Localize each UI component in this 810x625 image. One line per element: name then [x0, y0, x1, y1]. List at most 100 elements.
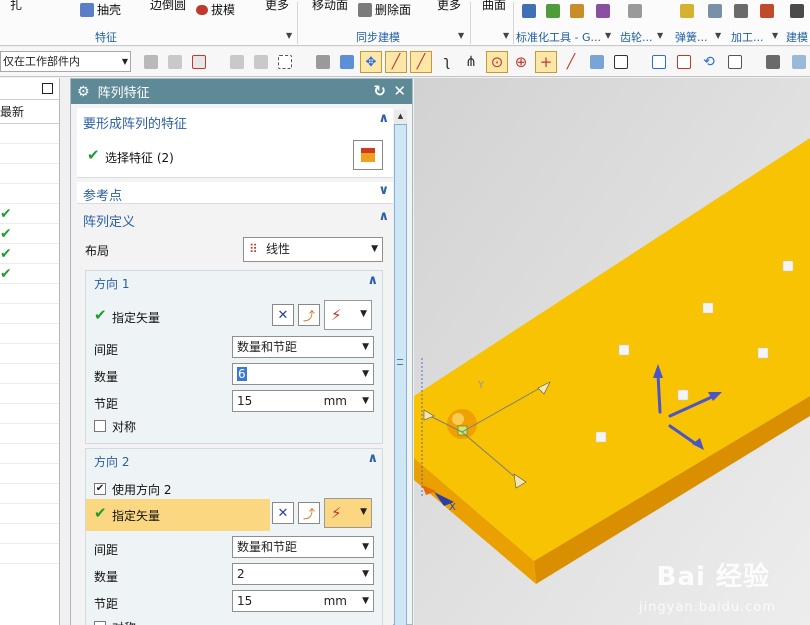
direction-1-header[interactable]: 方向 1 — [94, 275, 129, 292]
navigator-row[interactable]: ✔ — [0, 204, 59, 224]
model-canvas[interactable]: Y X — [414, 78, 810, 625]
chevron-down-icon[interactable]: ▼ — [772, 31, 778, 40]
vector-arrow-up[interactable] — [656, 372, 662, 414]
navigator-row[interactable] — [0, 164, 59, 184]
bounded-grid-icon[interactable] — [610, 51, 632, 73]
pattern-instance[interactable] — [618, 344, 630, 356]
spring-tool-icon[interactable] — [680, 4, 694, 18]
curve-point-snap-icon[interactable]: ╱ — [560, 51, 582, 73]
close-icon[interactable]: ✕ — [393, 82, 406, 100]
section-header[interactable]: 要形成阵列的特征 — [83, 113, 187, 132]
pitch-input[interactable]: 15 mm ▼ — [232, 590, 374, 612]
section-header[interactable]: 阵列定义 — [83, 211, 135, 230]
scroll-thumb[interactable] — [394, 124, 407, 625]
ribbon-more-button[interactable]: 更多 — [437, 0, 461, 13]
navigator-row[interactable] — [0, 324, 59, 344]
chevron-up-icon[interactable]: ∧ — [378, 209, 389, 224]
pattern-instance[interactable] — [677, 389, 689, 401]
zoom-icon[interactable] — [673, 51, 695, 73]
selection-scope-select[interactable]: 仅在工作部件内 ▼ — [0, 51, 131, 72]
navigator-row[interactable] — [0, 304, 59, 324]
chevron-up-icon[interactable]: ∧ — [378, 111, 389, 126]
chevron-down-icon[interactable]: ∨ — [378, 183, 389, 198]
vector-type-select[interactable]: ⚡ ▼ — [324, 498, 372, 528]
navigator-row[interactable] — [0, 544, 59, 564]
pattern-instance[interactable] — [595, 431, 607, 443]
standard-part-icon[interactable] — [522, 4, 536, 18]
ribbon-delete-face-button[interactable]: 删除面 — [358, 1, 411, 18]
ribbon-shell-button[interactable]: 抽壳 — [80, 1, 121, 18]
dialog-scrollbar[interactable]: ▲ — [394, 110, 407, 625]
snap-icon[interactable] — [226, 51, 248, 73]
count-input[interactable]: 2 ▼ — [232, 563, 374, 585]
layout-select[interactable]: ⠿ 线性 ▼ — [243, 237, 383, 262]
face-point-snap-icon[interactable] — [586, 51, 608, 73]
curve-snap-icon[interactable]: ʅ — [436, 51, 458, 73]
navigator-row[interactable] — [0, 444, 59, 464]
pattern-instance[interactable] — [782, 260, 794, 272]
render-style-icon[interactable] — [762, 51, 784, 73]
orient-view-icon[interactable] — [724, 51, 746, 73]
scroll-up-icon[interactable]: ▲ — [394, 110, 407, 123]
fit-view-icon[interactable] — [648, 51, 670, 73]
navigator-row[interactable] — [0, 384, 59, 404]
select-feature-label[interactable]: 选择特征 (2) — [105, 149, 174, 166]
navigator-row[interactable] — [0, 484, 59, 504]
ribbon-surface-button[interactable]: 曲面 — [482, 0, 506, 13]
chevron-down-icon[interactable]: ▼ — [657, 31, 663, 40]
box-select-icon[interactable] — [274, 51, 296, 73]
navigator-row[interactable] — [0, 184, 59, 204]
midpoint-snap-icon[interactable]: ╱ — [410, 51, 432, 73]
ribbon-draft-button[interactable]: 拔模 — [196, 1, 235, 18]
vector-type-select[interactable]: ⚡ ▼ — [324, 300, 372, 330]
symmetric-checkbox[interactable] — [94, 420, 106, 432]
ribbon-move-face-button[interactable]: 移动面 — [312, 0, 348, 13]
navigator-row[interactable] — [0, 144, 59, 164]
reverse-direction-button[interactable]: ✕ — [272, 502, 294, 524]
dialog-title-bar[interactable]: ⚙ 阵列特征 ↻ ✕ — [71, 79, 412, 104]
machining-tool-icon[interactable] — [760, 4, 774, 18]
ribbon-extrude-button[interactable]: 扎 — [10, 0, 22, 13]
chevron-down-icon[interactable]: ▼ — [715, 31, 721, 40]
vector-dialog-button[interactable]: ⤴ — [298, 502, 320, 524]
select-feature-button[interactable] — [353, 140, 383, 170]
snap-icon[interactable] — [250, 51, 272, 73]
navigator-row[interactable]: ✔ — [0, 264, 59, 284]
select-all-icon[interactable] — [188, 51, 210, 73]
eraser-icon[interactable] — [312, 51, 334, 73]
navigator-row[interactable] — [0, 404, 59, 424]
machining-tool-icon[interactable] — [734, 4, 748, 18]
chevron-up-icon[interactable]: ∧ — [367, 451, 378, 466]
vector-dialog-button[interactable]: ⤴ — [298, 304, 320, 326]
symmetric-checkbox[interactable] — [94, 621, 106, 625]
cube-icon[interactable] — [336, 51, 358, 73]
spacing-select[interactable]: 数量和节距 ▼ — [232, 536, 374, 558]
navigator-row[interactable] — [0, 424, 59, 444]
graphics-viewport[interactable]: Y X Bai 经验 jingyan.baidu.com — [414, 78, 810, 625]
standard-part-icon[interactable] — [570, 4, 584, 18]
chevron-up-icon[interactable]: ∧ — [367, 273, 378, 288]
navigator-row[interactable] — [0, 504, 59, 524]
pitch-input[interactable]: 15 mm ▼ — [232, 390, 374, 412]
endpoint-snap-icon[interactable]: ╱ — [385, 51, 407, 73]
navigator-row[interactable] — [0, 524, 59, 544]
direction-2-header[interactable]: 方向 2 — [94, 453, 129, 470]
count-input[interactable]: 6 ▼ — [232, 363, 374, 385]
reverse-direction-button[interactable]: ✕ — [272, 304, 294, 326]
navigator-row[interactable] — [0, 364, 59, 384]
filter-icon[interactable] — [140, 51, 162, 73]
navigator-row[interactable] — [0, 464, 59, 484]
chevron-down-icon[interactable]: ▼ — [605, 31, 611, 40]
quadrant-snap-icon[interactable]: ⊕ — [510, 51, 532, 73]
standard-part-icon[interactable] — [596, 4, 610, 18]
navigator-row[interactable] — [0, 344, 59, 364]
standard-part-icon[interactable] — [546, 4, 560, 18]
navigator-row[interactable] — [0, 284, 59, 304]
navigator-column-latest[interactable]: 最新 — [0, 100, 59, 124]
snap-grid-icon[interactable]: ✥ — [360, 51, 382, 73]
center-snap-icon[interactable]: ⊙ — [486, 51, 508, 73]
section-header[interactable]: 参考点 — [83, 185, 122, 204]
rotate-view-icon[interactable]: ⟲ — [698, 51, 720, 73]
maximize-icon[interactable] — [42, 83, 53, 94]
reset-icon[interactable]: ↻ — [373, 82, 386, 100]
